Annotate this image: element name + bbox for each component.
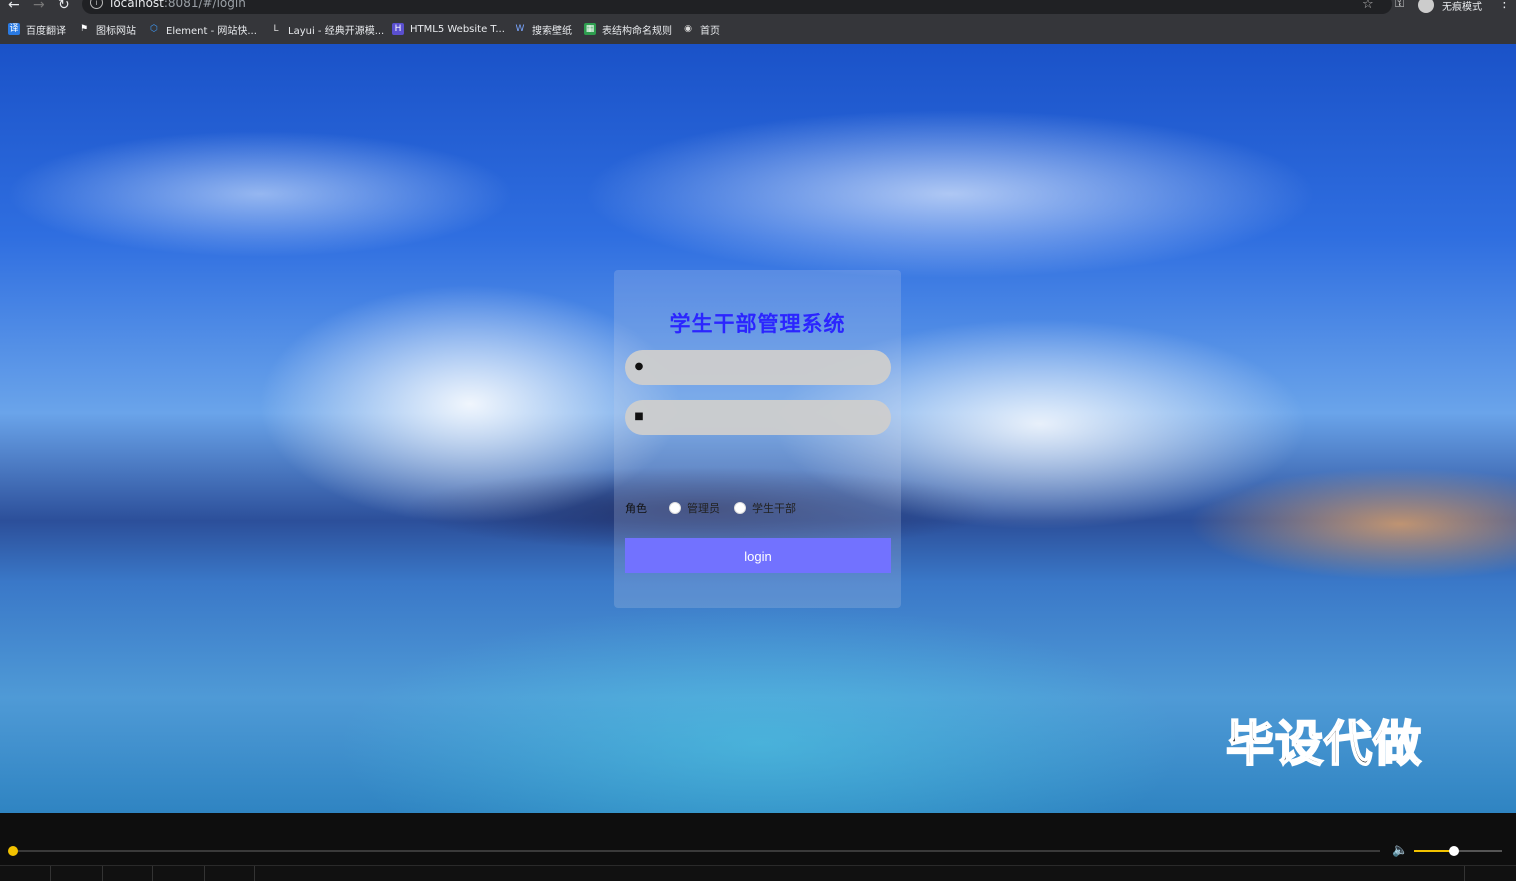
incognito-avatar-icon[interactable] xyxy=(1418,0,1434,13)
role-selector: 角色 管理员 学生干部 xyxy=(625,500,810,516)
forward-arrow-icon[interactable]: → xyxy=(33,0,45,13)
html5-template-icon: H xyxy=(392,23,404,35)
url-text: localhost:8081/#/login xyxy=(110,0,246,10)
volume-icon[interactable]: 🔈 xyxy=(1392,843,1408,858)
strip-divider xyxy=(204,866,205,881)
browser-address-bar: ← → ↻ i localhost:8081/#/login ☆ ⚿ 无痕模式 … xyxy=(0,0,1516,14)
bookmark-item[interactable]: L Layui - 经典开源模... xyxy=(270,22,384,37)
volume-knob[interactable] xyxy=(1448,846,1459,856)
progress-knob[interactable] xyxy=(8,846,18,856)
password-input[interactable] xyxy=(651,400,885,437)
role-radio-admin[interactable] xyxy=(669,502,681,514)
bookmark-item[interactable]: ◉ 首页 xyxy=(682,22,720,37)
username-input[interactable] xyxy=(651,350,885,387)
bookmark-item[interactable]: H HTML5 Website T... xyxy=(392,22,505,36)
bookmark-item[interactable]: ⚑ 图标网站 xyxy=(78,22,136,37)
table-icon: ▦ xyxy=(584,23,596,35)
bookmark-star-icon[interactable]: ☆ xyxy=(1362,0,1374,12)
bookmark-item[interactable]: ⬡ Element - 网站快... xyxy=(148,22,257,37)
login-button[interactable]: login xyxy=(625,538,891,573)
username-field[interactable]: ● xyxy=(625,350,891,387)
password-field[interactable]: ■ xyxy=(625,400,891,437)
url-input[interactable]: i localhost:8081/#/login xyxy=(82,0,1392,14)
element-icon: ⬡ xyxy=(150,24,158,34)
role-label: 角色 xyxy=(625,502,647,515)
lock-icon: ■ xyxy=(634,411,644,422)
browser-menu-icon[interactable]: ⋮ xyxy=(1498,0,1511,11)
page-title: 学生干部管理系统 xyxy=(669,312,846,336)
bottom-strip xyxy=(0,865,1516,881)
strip-divider xyxy=(1464,866,1465,881)
wallpaper-icon: W xyxy=(515,24,525,34)
baidu-translate-icon: 译 xyxy=(8,23,20,35)
volume-fill xyxy=(1414,850,1454,852)
strip-divider xyxy=(152,866,153,881)
globe-icon: ◉ xyxy=(684,24,692,34)
strip-divider xyxy=(102,866,103,881)
incognito-label[interactable]: 无痕模式 xyxy=(1442,0,1482,13)
reload-icon[interactable]: ↻ xyxy=(58,0,70,13)
bookmark-item[interactable]: W 搜索壁纸 xyxy=(514,22,572,37)
watermark-text: 毕设代做 xyxy=(1225,715,1423,773)
user-icon: ● xyxy=(634,361,644,372)
role-radio-student-cadre[interactable] xyxy=(734,502,746,514)
role-option-admin[interactable]: 管理员 xyxy=(687,500,720,516)
flag-icon: ⚑ xyxy=(79,24,89,34)
bookmark-item[interactable]: ▦ 表结构命名规则 xyxy=(584,22,672,37)
layui-icon: L xyxy=(273,24,279,34)
login-form: 学生干部管理系统 ● ■ 角色 管理员 学生干部 login xyxy=(614,270,901,608)
progress-track[interactable] xyxy=(12,850,1380,852)
strip-divider xyxy=(50,866,51,881)
strip-divider xyxy=(254,866,255,881)
page-viewport: 学生干部管理系统 ● ■ 角色 管理员 学生干部 login 毕设代做 xyxy=(0,44,1516,813)
password-key-icon[interactable]: ⚿ xyxy=(1395,0,1404,11)
bookmark-item[interactable]: 译百度翻译 xyxy=(8,22,66,37)
role-option-student-cadre[interactable]: 学生干部 xyxy=(752,500,796,516)
bookmarks-bar: 译百度翻译 ⚑ 图标网站 ⬡ Element - 网站快... L Layui - 经… xyxy=(0,14,1516,44)
site-info-icon[interactable]: i xyxy=(90,0,103,9)
back-arrow-icon[interactable]: ← xyxy=(8,0,20,13)
